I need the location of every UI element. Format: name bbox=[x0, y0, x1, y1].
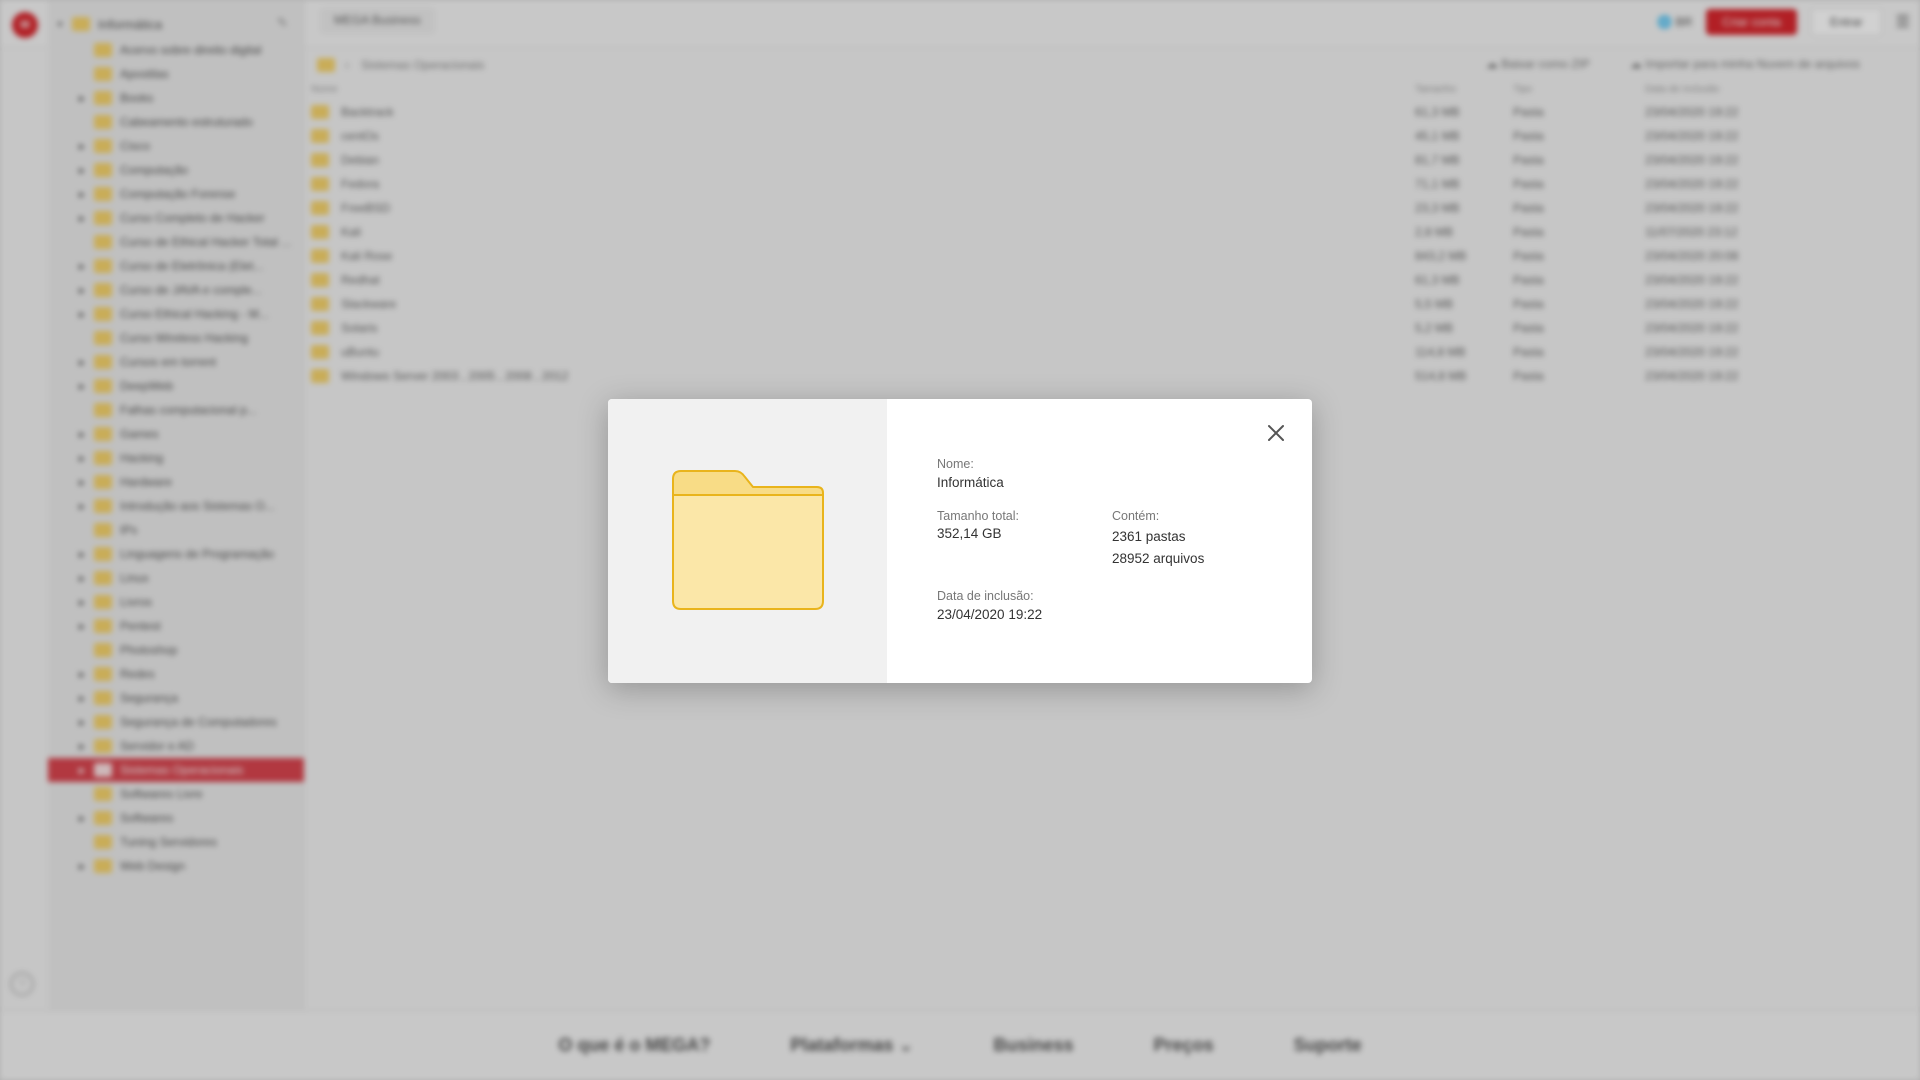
total-size-label: Tamanho total: bbox=[937, 509, 1019, 523]
folder-count-value: 2361 pastas bbox=[1112, 529, 1186, 544]
date-added-value: 23/04/2020 19:22 bbox=[937, 607, 1043, 622]
date-added-label: Data de inclusão: bbox=[937, 589, 1034, 603]
close-icon bbox=[1268, 425, 1284, 441]
close-button[interactable] bbox=[1264, 421, 1288, 445]
name-label: Nome: bbox=[937, 457, 974, 471]
folder-icon bbox=[672, 470, 824, 610]
folder-info-dialog: Nome: Informática Tamanho total: 352,14 … bbox=[608, 399, 1312, 683]
total-size-value: 352,14 GB bbox=[937, 526, 1002, 541]
contains-label: Contém: bbox=[1112, 509, 1160, 523]
file-count-value: 28952 arquivos bbox=[1112, 551, 1205, 566]
name-value: Informática bbox=[937, 475, 1004, 490]
dialog-preview-pane bbox=[608, 399, 887, 683]
